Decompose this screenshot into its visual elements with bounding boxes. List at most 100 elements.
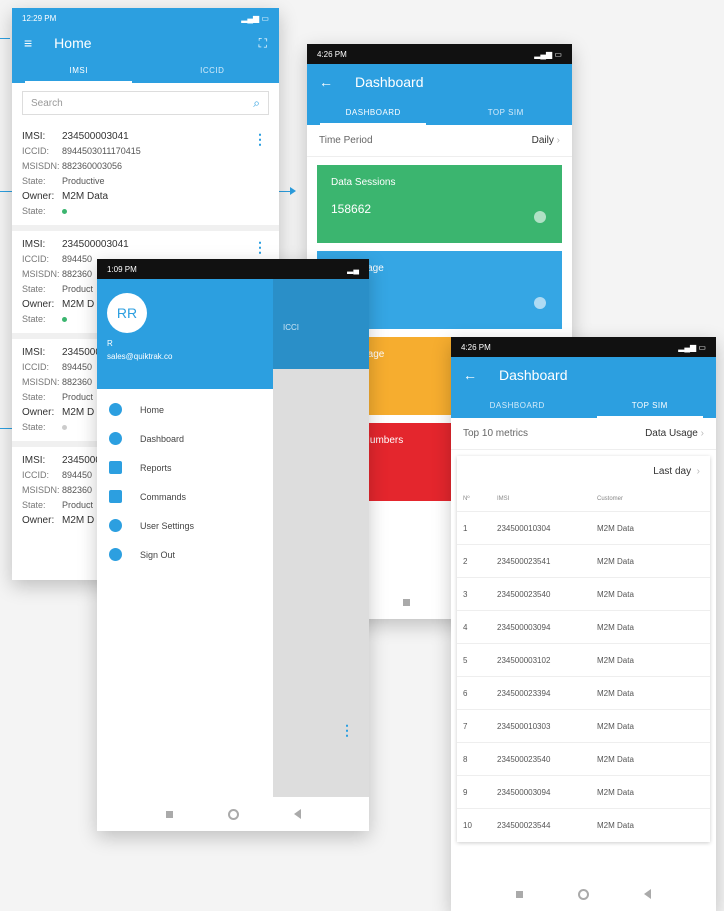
msisdn-label: MSISDN: [22,485,60,495]
menu-item-home[interactable]: Home [97,395,273,424]
state-label: State: [22,284,46,294]
connector-arrow [0,38,10,39]
imsi-label: IMSI: [22,347,46,358]
home-icon [109,403,122,416]
customer-cell: M2M Data [591,775,710,809]
range-selector[interactable]: Last day › [457,456,710,487]
table-row[interactable]: 1 234500010304 M2M Data [457,511,710,545]
signal-icon: ▂▄▆ ▭ [241,13,269,23]
recent-apps-icon[interactable] [165,810,173,818]
signal-icon: ▂▄ [347,264,359,274]
rank-cell: 9 [457,775,491,809]
table-row[interactable]: 9 234500003094 M2M Data [457,775,710,809]
iccid-value: 8944503011170415 [62,146,141,156]
imsi-label: IMSI: [22,239,46,250]
power-icon [109,548,122,561]
back-arrow-icon[interactable]: ← [319,74,333,90]
imsi-cell: 234500003094 [491,775,591,809]
status-bar: 4:26 PM ▂▄▆ ▭ [307,44,572,64]
state-value: Product [62,500,94,510]
menu-label: Sign Out [140,549,176,560]
state-label: State: [22,392,46,402]
phone-drawer: 1:09 PM ▂▄ ICCI ⋮ RR R sales@quiktrak.co… [97,259,369,831]
tile-data-sessions[interactable]: Data Sessions 158662 [317,165,562,243]
dashboard-icon [109,432,122,445]
status-dot [62,209,67,214]
menu-label: Reports [140,462,172,473]
iccid-label: ICCID: [22,362,49,372]
rank-cell: 8 [457,742,491,776]
recent-apps-icon[interactable] [516,890,523,898]
status-time: 1:09 PM [107,264,137,274]
menu-item-user-settings[interactable]: User Settings [97,511,273,540]
back-icon[interactable] [293,809,301,819]
customer-cell: M2M Data [591,544,710,578]
menu-item-dashboard[interactable]: Dashboard [97,424,273,453]
msisdn-label: MSISDN: [22,377,60,387]
tile-value: 158662 [331,202,372,216]
customer-cell: M2M Data [591,511,710,545]
drawer-header: RR R sales@quiktrak.co [97,279,273,389]
recent-apps-icon[interactable] [403,598,410,606]
state-label: State: [22,176,46,186]
metrics-selector[interactable]: Top 10 metrics Data Usage › [451,418,716,450]
page-title: Home [54,35,92,51]
search-icon[interactable]: ⌕ [253,96,260,111]
avatar: RR [107,293,147,333]
table-row[interactable]: 5 234500003102 M2M Data [457,643,710,677]
search-input[interactable]: Search [31,98,63,109]
rank-cell: 10 [457,808,491,842]
customer-cell: M2M Data [591,577,710,611]
col-header: Customer [597,496,624,502]
msisdn-value: 882360003056 [62,161,123,171]
user-email: sales@quiktrak.co [107,352,173,361]
tab-bar: DASHBOARD TOP SIM [307,100,572,125]
more-icon[interactable]: ⋮ [253,131,267,148]
status-bar: 1:09 PM ▂▄ [97,259,369,279]
imsi-cell: 234500010303 [491,709,591,743]
home-circle-icon[interactable] [578,888,589,900]
iccid-value: 894450 [62,470,93,480]
imsi-cell: 234500023540 [491,577,591,611]
menu-item-commands[interactable]: Commands [97,482,273,511]
tab-top-sim[interactable]: TOP SIM [440,100,573,125]
menu-item-sign-out[interactable]: Sign Out [97,540,273,569]
signal-icon: ▂▄▆ ▭ [678,342,706,352]
imsi-label: IMSI: [22,455,46,466]
back-icon[interactable] [644,889,651,899]
imsi-cell: 234500010304 [491,511,591,545]
table-row[interactable]: 10 234500023544 M2M Data [457,808,710,842]
search-box[interactable]: Search ⌕ [22,91,269,115]
tab-dashboard[interactable]: DASHBOARD [451,393,584,418]
rank-cell: 4 [457,610,491,644]
time-period-selector[interactable]: Time Period Daily › [307,125,572,157]
imsi-value: 234500003041 [62,239,129,250]
tab-top-sim[interactable]: TOP SIM [584,393,717,418]
table-row[interactable]: 7 234500010303 M2M Data [457,709,710,743]
rank-cell: 5 [457,643,491,677]
page-title: Dashboard [355,74,424,90]
home-circle-icon[interactable] [227,808,239,820]
tab-dashboard[interactable]: DASHBOARD [307,100,440,125]
table-row[interactable]: 4 234500003094 M2M Data [457,610,710,644]
table-row[interactable]: 2 234500023541 M2M Data [457,544,710,578]
phone-top-sim: 4:26 PM ▂▄▆ ▭ ← Dashboard DASHBOARD TOP … [451,337,716,911]
system-nav-bar [97,797,369,831]
scan-icon[interactable]: ⛶ [259,36,267,51]
sim-card[interactable]: ⋮ IMSI: 234500003041 ICCID: 89445030111704… [12,123,279,231]
table-row[interactable]: 3 234500023540 M2M Data [457,577,710,611]
status-time: 4:26 PM [317,49,347,59]
menu-item-reports[interactable]: Reports [97,453,273,482]
tab-iccid[interactable]: ICCID [146,58,280,83]
back-arrow-icon[interactable]: ← [463,367,477,383]
iccid-value: 894450 [62,362,93,372]
more-icon: ⋮ [340,722,354,738]
table-row[interactable]: 6 234500023394 M2M Data [457,676,710,710]
tab-imsi[interactable]: IMSI [12,58,146,83]
more-icon[interactable]: ⋮ [253,239,267,256]
menu-icon[interactable]: ≡ [24,35,32,51]
table-row[interactable]: 8 234500023540 M2M Data [457,742,710,776]
arrow-head [290,187,296,195]
imsi-value: 2345000 [62,347,101,358]
tab-bar: IMSI ICCID [12,58,279,83]
